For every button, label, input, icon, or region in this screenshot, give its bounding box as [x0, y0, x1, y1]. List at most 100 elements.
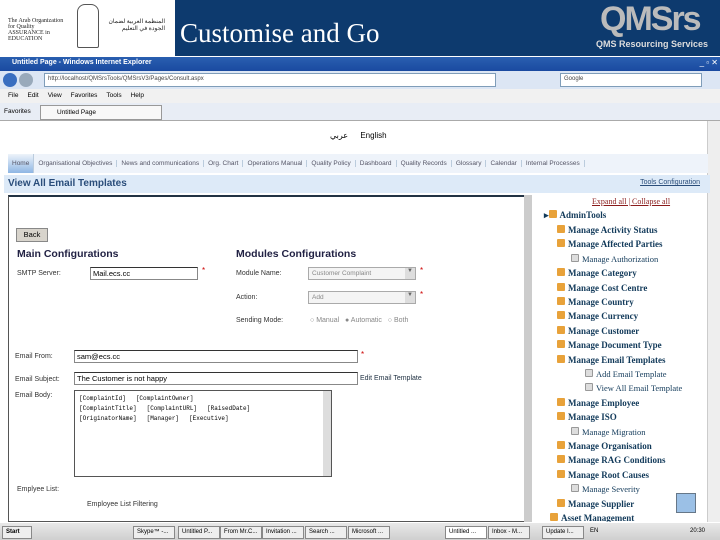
tree-item[interactable]: Manage Organisation	[557, 441, 652, 451]
folder-icon	[557, 354, 565, 363]
tree-item[interactable]: View All Email Template	[585, 383, 682, 393]
url-input[interactable]: http://localhost/QMSrsTools/QMSrsV3/Page…	[44, 73, 496, 87]
tab-home[interactable]: Home	[8, 154, 35, 173]
folder-icon	[548, 210, 557, 218]
tab-org-chart[interactable]: Org. Chart	[204, 160, 244, 167]
qms-logo: QMSrs QMS Resourcing Services	[560, 0, 718, 52]
section-title: View All Email Templates	[8, 178, 127, 189]
form-scrollbar[interactable]	[524, 195, 532, 522]
forward-arrow-icon[interactable]	[19, 73, 33, 87]
tab-operations-manual[interactable]: Operations Manual	[243, 160, 308, 167]
smtp-input[interactable]: Mail.ecs.cc	[90, 267, 198, 280]
email-subject-label: Email Subject:	[15, 376, 60, 383]
tab-news[interactable]: News and communications	[117, 160, 205, 167]
back-button[interactable]: Back	[16, 228, 48, 242]
lang-arabic[interactable]: عربي	[330, 131, 348, 140]
textarea-scrollbar[interactable]	[323, 391, 331, 476]
tab-calendar[interactable]: Calendar	[486, 160, 522, 167]
window-controls[interactable]: _ ▫ ✕	[700, 58, 718, 67]
language-switch: عربي English	[330, 131, 387, 140]
tree-item-label: Manage Currency	[568, 311, 639, 322]
taskbar-task[interactable]: Invitation ...	[262, 526, 304, 539]
taskbar-task[interactable]: Inbox - M...	[488, 526, 530, 539]
modules-config-heading: Modules Configurations	[236, 248, 357, 260]
lang-english[interactable]: English	[360, 131, 386, 140]
taskbar-task[interactable]: From Mr.C...	[220, 526, 262, 539]
tree-item[interactable]: Manage Customer	[557, 325, 639, 336]
folder-icon	[557, 325, 565, 334]
tree-item[interactable]: Manage Currency	[557, 311, 638, 321]
radio-manual[interactable]: ○ Manual	[310, 317, 339, 324]
tree-item[interactable]: Manage Root Causes	[557, 469, 649, 480]
tab-quality-policy[interactable]: Quality Policy	[307, 160, 356, 167]
menu-tools[interactable]: Tools	[106, 92, 121, 99]
expand-all-link[interactable]: Expand all	[592, 197, 626, 206]
menu-file[interactable]: File	[8, 92, 18, 99]
tools-configuration-link[interactable]: Tools Configuration	[640, 179, 700, 186]
org-name-en: The Arab Organization for Quality ASSURA…	[8, 18, 64, 42]
menu-view[interactable]: View	[48, 92, 62, 99]
scroll-down-button[interactable]	[676, 493, 696, 513]
folder-icon	[557, 239, 565, 248]
emblem-icon	[77, 4, 99, 48]
taskbar-task[interactable]: Update I...	[542, 526, 584, 539]
tree-item[interactable]: Manage ISO	[557, 412, 617, 422]
tree-item[interactable]: Manage Migration	[571, 426, 646, 437]
required-marker: *	[361, 350, 365, 359]
tree-item[interactable]: Manage Category	[557, 268, 637, 278]
browser-tab[interactable]: Untitled Page	[40, 105, 162, 120]
folder-icon	[550, 513, 558, 521]
favorites-button[interactable]: Favorites	[4, 108, 31, 115]
tree-item-label: Manage Cost Centre	[568, 282, 648, 293]
taskbar-task[interactable]: Skype™ -...	[133, 526, 175, 539]
tree-item[interactable]: Manage Employee	[557, 397, 639, 408]
radio-both[interactable]: ○ Both	[388, 317, 409, 324]
language-indicator[interactable]: EN	[590, 528, 598, 534]
tree-item[interactable]: Manage Activity Status	[557, 225, 658, 235]
token: [ComplaintOwner]	[135, 395, 194, 402]
taskbar-task[interactable]: Search ...	[305, 526, 347, 539]
tab-quality-records[interactable]: Quality Records	[397, 160, 452, 167]
tree-root[interactable]: AdminTools	[560, 210, 607, 220]
radio-automatic[interactable]: ● Automatic	[345, 317, 382, 324]
chevron-down-icon: ▼	[405, 268, 415, 279]
tree-item[interactable]: Manage Affected Parties	[557, 239, 662, 249]
collapse-all-link[interactable]: Collapse all	[632, 197, 670, 206]
taskbar-task[interactable]: Microsoft ...	[348, 526, 390, 539]
start-button[interactable]: Start	[2, 526, 32, 539]
tab-dashboard[interactable]: Dashboard	[356, 160, 397, 167]
tab-objectives[interactable]: Organisational Objectives	[34, 160, 118, 167]
taskbar-task[interactable]: Untitled ...	[445, 526, 487, 539]
menu-edit[interactable]: Edit	[27, 92, 38, 99]
tree-item-label: Manage Organisation	[568, 441, 652, 451]
window-title: Untitled Page - Windows Internet Explore…	[0, 57, 720, 71]
email-from-input[interactable]: sam@ecs.cc	[74, 350, 358, 363]
tab-glossary[interactable]: Glossary	[452, 160, 487, 167]
module-value: Customer Complaint	[312, 270, 372, 277]
email-body-textarea[interactable]: [ComplaintId] [ComplaintOwner] [Complaint…	[74, 390, 332, 477]
token: [RaisedDate]	[207, 405, 251, 412]
action-select[interactable]: Add ▼	[308, 291, 416, 304]
taskbar-task[interactable]: Untitled P...	[178, 526, 220, 539]
tree-item[interactable]: Manage Country	[557, 297, 634, 307]
tree-item[interactable]: Manage Email Templates	[557, 354, 666, 365]
email-subject-input[interactable]: The Customer is not happy	[74, 372, 358, 385]
edit-email-template-link[interactable]: Edit Email Template	[360, 375, 422, 382]
tree-item[interactable]: Manage RAG Conditions	[557, 455, 666, 465]
section-header: View All Email Templates Tools Configura…	[4, 175, 710, 193]
tree-item[interactable]: Manage Severity	[571, 484, 640, 494]
back-arrow-icon[interactable]	[3, 73, 17, 87]
tree-item[interactable]: Manage Cost Centre	[557, 282, 648, 293]
tree-item[interactable]: Manage Document Type	[557, 340, 662, 350]
tab-internal-processes[interactable]: Internal Processes	[522, 160, 585, 167]
search-input[interactable]: Google	[560, 73, 702, 87]
menu-help[interactable]: Help	[131, 92, 144, 99]
taskbar: Start Skype™ -... Untitled P... From Mr.C.…	[0, 522, 720, 540]
module-select[interactable]: Customer Complaint ▼	[308, 267, 416, 280]
tree-item[interactable]: Manage Authorization	[571, 253, 658, 264]
folder-icon	[557, 469, 565, 478]
expand-arrow-icon[interactable]: ▸	[544, 210, 549, 220]
menu-favorites[interactable]: Favorites	[71, 92, 98, 99]
tree-item[interactable]: Add Email Template	[585, 369, 667, 379]
tree-item[interactable]: Manage Supplier	[557, 498, 634, 509]
